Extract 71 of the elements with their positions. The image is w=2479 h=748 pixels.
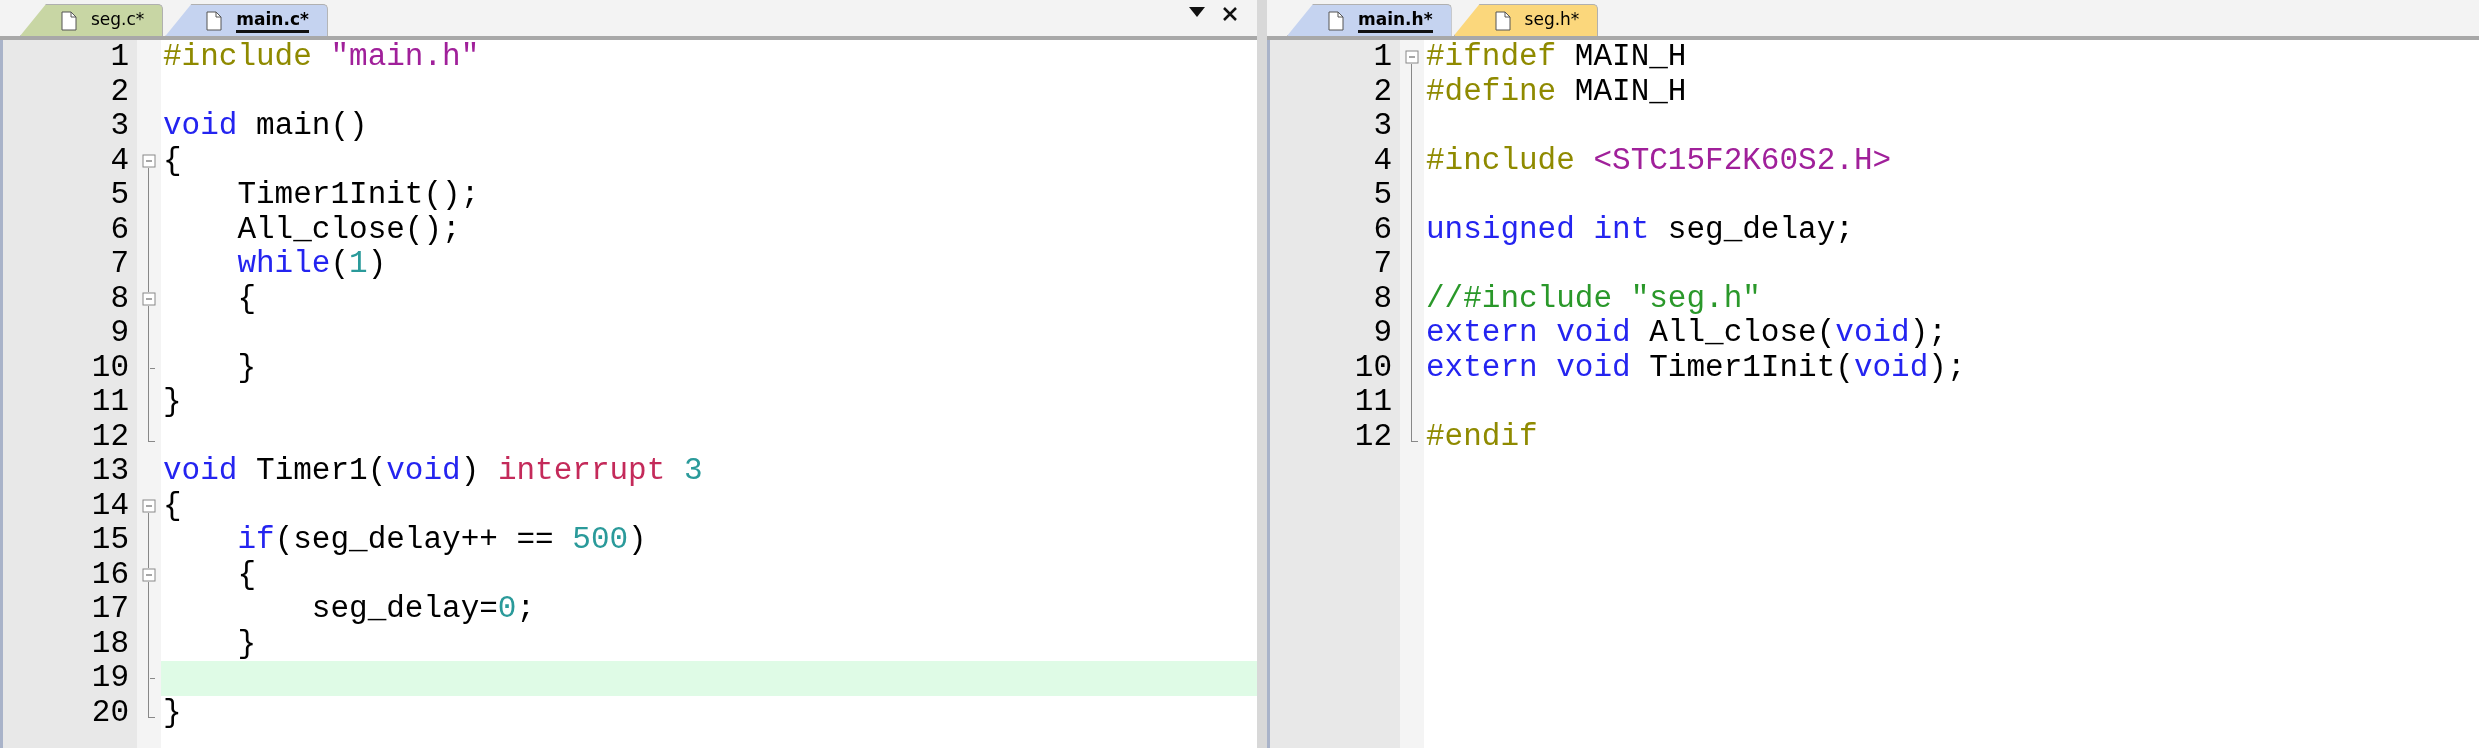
code-line: #endif — [1425, 419, 1539, 454]
line-number: 12 — [90, 419, 130, 454]
line-number: 20 — [90, 695, 130, 730]
collapse-icon[interactable] — [142, 153, 156, 168]
code-line: seg_delay=0; — [310, 592, 537, 627]
line-number: 3 — [109, 109, 130, 144]
file-tab[interactable]: seg.c* — [20, 4, 164, 36]
line-number: 2 — [109, 74, 130, 109]
code-line: #define MAIN_H — [1425, 74, 1688, 109]
code-line: while(1) — [236, 247, 388, 282]
code-line: Timer1Init(); — [236, 178, 481, 213]
line-number: 19 — [90, 661, 130, 696]
code-line: All_close(); — [236, 212, 462, 247]
line-number: 10 — [90, 350, 130, 385]
code-line: extern void All_close(void); — [1425, 316, 1948, 351]
line-number: 8 — [109, 281, 130, 316]
line-number: 8 — [1372, 281, 1393, 316]
document-icon — [1328, 10, 1344, 31]
collapse-icon[interactable] — [142, 567, 156, 582]
line-number: 9 — [109, 316, 130, 351]
collapse-icon[interactable] — [142, 291, 156, 306]
line-number: 14 — [90, 488, 130, 523]
code-line: } — [162, 695, 183, 730]
line-number: 3 — [1372, 109, 1393, 144]
file-tab[interactable]: main.c* — [165, 4, 328, 36]
code-line: #ifndef MAIN_H — [1425, 40, 1688, 75]
line-number: 1 — [1372, 40, 1393, 75]
line-number: 4 — [109, 143, 130, 178]
line-number: 10 — [1353, 350, 1393, 385]
code-line: if(seg_delay++ == 500) — [236, 523, 648, 558]
document-icon — [206, 10, 223, 31]
document-icon — [1494, 10, 1511, 31]
line-number: 15 — [90, 523, 130, 558]
line-number: 17 — [90, 592, 130, 627]
code-line: extern void Timer1Init(void); — [1425, 350, 1967, 385]
code-line: { — [162, 488, 183, 523]
document-icon — [61, 10, 77, 31]
line-number: 6 — [1372, 212, 1393, 247]
collapse-icon[interactable] — [1405, 50, 1419, 64]
line-number: 4 — [1372, 143, 1393, 178]
line-number: 1 — [109, 40, 130, 75]
line-number: 18 — [90, 626, 130, 661]
line-number: 11 — [1353, 385, 1393, 420]
file-tab[interactable]: main.h* — [1287, 4, 1452, 36]
close-icon[interactable] — [1223, 7, 1237, 21]
code-line: { — [236, 281, 257, 316]
code-line: #include <STC15F2K60S2.H> — [1425, 143, 1893, 178]
line-number: 7 — [1372, 247, 1393, 282]
code-line: } — [162, 385, 183, 420]
code-line: void Timer1(void) interrupt 3 — [162, 454, 704, 489]
line-number: 16 — [90, 557, 130, 592]
code-line: //#include "seg.h" — [1425, 281, 1762, 316]
line-number: 7 — [109, 247, 130, 282]
line-number: 6 — [109, 212, 130, 247]
line-number: 12 — [1353, 419, 1393, 454]
code-line: { — [162, 143, 183, 178]
file-tab[interactable]: seg.h* — [1453, 4, 1599, 36]
code-line: { — [236, 557, 257, 592]
code-line: } — [236, 350, 257, 385]
line-number: 13 — [90, 454, 130, 489]
code-line: #include "main.h" — [162, 40, 481, 75]
code-line: void main() — [162, 109, 369, 144]
line-number: 5 — [109, 178, 130, 213]
code-line: unsigned int seg_delay; — [1425, 212, 1855, 247]
code-line: } — [236, 626, 257, 661]
line-number: 9 — [1372, 316, 1393, 351]
line-number: 5 — [1372, 178, 1393, 213]
collapse-icon[interactable] — [142, 498, 156, 513]
line-number: 2 — [1372, 74, 1393, 109]
line-number: 11 — [90, 385, 130, 420]
caret-down-icon[interactable] — [1189, 7, 1205, 17]
